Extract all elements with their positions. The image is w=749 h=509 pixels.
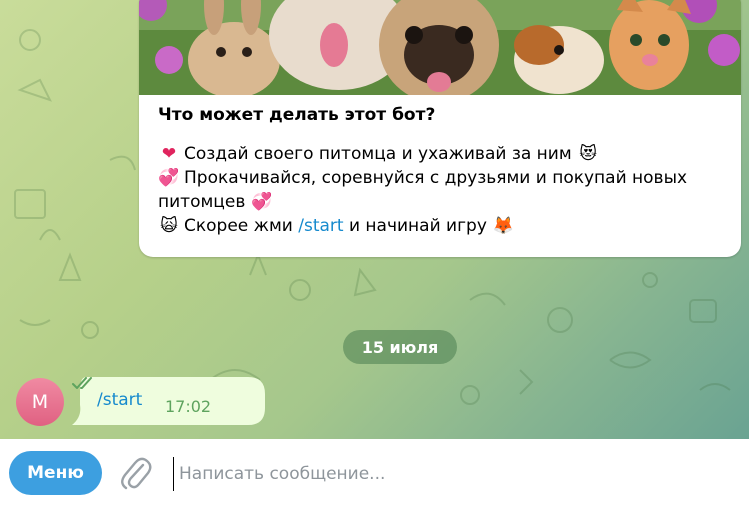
description-line: ❤ Создай своего питомца и ухаживай за ним… xyxy=(158,142,733,166)
message-composer: Меню xyxy=(0,439,749,509)
start-command-link[interactable]: /start xyxy=(298,216,343,236)
screaming-cat-icon: 🙀 xyxy=(160,216,178,236)
double-check-icon xyxy=(72,377,92,389)
message-time: 17:02 xyxy=(165,397,212,416)
cute-pets-photo xyxy=(139,0,741,95)
description-text: Скорее жми xyxy=(184,216,293,236)
description-text: и начинай игру xyxy=(348,216,487,236)
bot-card-title: Что может делать этот бот? xyxy=(158,105,436,125)
menu-button[interactable]: Меню xyxy=(9,451,102,495)
two-hearts-icon: 💞 xyxy=(251,192,273,212)
description-line: 🙀 Скорее жми /start и начинай игру 🦊 xyxy=(158,214,733,238)
heart-icon: ❤ xyxy=(161,144,177,164)
date-divider: 15 июля xyxy=(343,330,457,364)
two-hearts-icon: 💞 xyxy=(158,168,180,188)
avatar[interactable]: M xyxy=(16,378,64,426)
message-input[interactable] xyxy=(173,457,741,491)
description-text: Создай своего питомца и ухаживай за ним xyxy=(184,144,572,164)
message-text[interactable]: /start xyxy=(97,390,142,410)
description-text: Прокачивайся, соревнуйся с друзьями и по… xyxy=(158,168,688,212)
chat-area: Что может делать этот бот? ❤ Создай своег… xyxy=(0,0,749,439)
bot-description-card: Что может делать этот бот? ❤ Создай своег… xyxy=(139,0,741,257)
bot-card-description: ❤ Создай своего питомца и ухаживай за ним… xyxy=(158,142,733,238)
fox-icon: 🦊 xyxy=(492,216,514,236)
paperclip-icon[interactable] xyxy=(119,454,153,492)
description-line: 💞 Прокачивайся, соревнуйся с друзьями и п… xyxy=(158,166,733,214)
outgoing-message-bubble[interactable]: /start 17:02 xyxy=(72,377,265,425)
heart-eyes-cat-icon: 😻 xyxy=(579,144,597,164)
